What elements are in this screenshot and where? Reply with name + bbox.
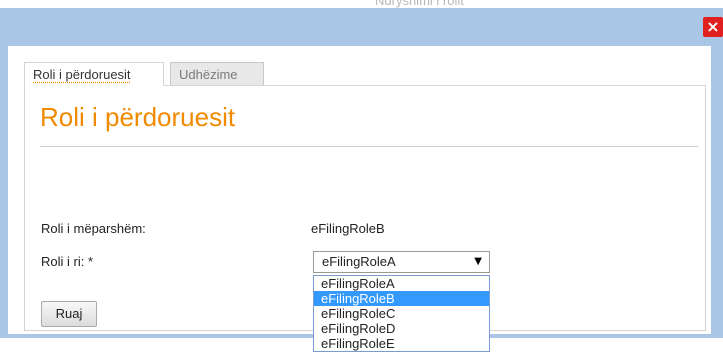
role-option-highlighted[interactable]: eFilingRoleB [314,291,489,306]
tab-user-role[interactable]: Roli i përdoruesit [24,62,164,86]
page-title: Roli i përdoruesit [40,102,236,132]
dialog-content: Roli i përdoruesit Udhëzime Roli i përdo… [8,46,711,352]
tab-user-role-label: Roli i përdoruesit [33,67,131,82]
new-role-select[interactable]: eFilingRoleA ▼ [313,251,490,273]
title-divider [40,146,698,147]
dialog-titlebar: × [0,8,723,46]
chevron-down-icon: ▼ [474,256,482,267]
save-button[interactable]: Ruaj [41,301,97,327]
tab-instructions[interactable]: Udhëzime [170,62,264,86]
previous-role-value: eFilingRoleB [311,221,385,236]
previous-role-label: Roli i mëparshëm: [41,221,146,236]
role-option[interactable]: eFilingRoleE [314,336,489,351]
new-role-options-list: eFilingRoleA eFilingRoleB eFilingRoleC e… [313,275,490,352]
close-icon[interactable]: × [703,17,723,37]
background-page-text: Ndryshimi i rolit [375,0,464,8]
new-role-label: Roli i ri: * [41,254,94,269]
role-option[interactable]: eFilingRoleD [314,321,489,336]
role-dialog: × Roli i përdoruesit Udhëzime Roli i për… [0,8,723,352]
tab-instructions-label: Udhëzime [179,67,238,82]
role-option[interactable]: eFilingRoleA [314,276,489,291]
role-option[interactable]: eFilingRoleC [314,306,489,321]
tab-panel: Roli i përdoruesit Roli i mëparshëm: eFi… [24,85,706,352]
new-role-selected-value: eFilingRoleA [322,254,396,269]
